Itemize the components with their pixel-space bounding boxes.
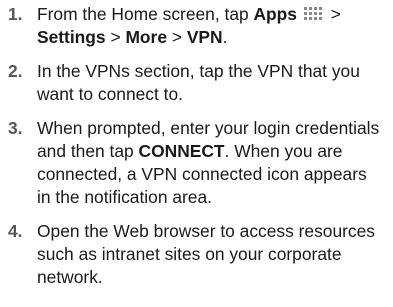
instruction-list: 1. From the Home screen, tap Apps > Setti… xyxy=(0,3,393,289)
step-2: 2. In the VPNs section, tap the VPN that … xyxy=(0,60,393,106)
separator: > xyxy=(167,27,187,47)
period: . xyxy=(222,27,228,47)
step-number: 4. xyxy=(8,221,23,241)
step-number: 3. xyxy=(8,118,23,138)
step-1: 1. From the Home screen, tap Apps > Setti… xyxy=(0,3,393,49)
step-number: 1. xyxy=(8,4,23,24)
step-text: In the VPNs section, tap the VPN that yo… xyxy=(37,61,360,104)
settings-label: Settings xyxy=(37,27,106,47)
step-text: From the Home screen, tap xyxy=(37,4,254,24)
more-label: More xyxy=(125,27,167,47)
separator: > xyxy=(105,27,126,47)
apps-grid-icon xyxy=(303,7,322,20)
step-4: 4. Open the Web browser to access resourc… xyxy=(0,220,393,289)
connect-label: CONNECT xyxy=(138,141,225,161)
step-text: Open the Web browser to access resources… xyxy=(37,221,375,287)
step-3: 3. When prompted, enter your login creden… xyxy=(0,117,393,209)
vpn-label: VPN xyxy=(186,27,223,47)
separator: > xyxy=(325,4,341,24)
step-number: 2. xyxy=(8,61,23,81)
apps-label: Apps xyxy=(253,4,297,24)
